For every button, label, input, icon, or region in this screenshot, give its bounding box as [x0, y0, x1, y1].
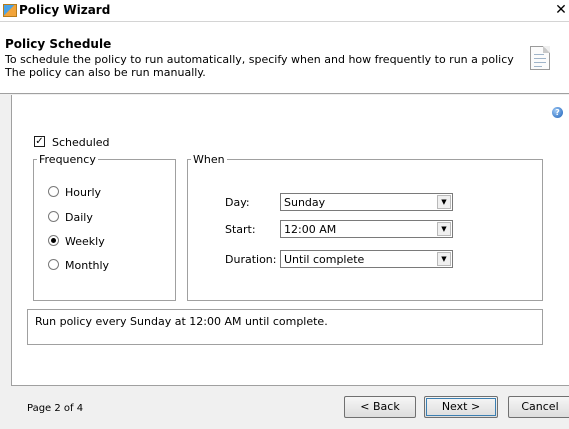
schedule-summary-text: Run policy every Sunday at 12:00 AM unti… [35, 315, 328, 328]
chevron-down-icon[interactable]: ▼ [437, 195, 451, 209]
cancel-button[interactable]: Cancel [508, 396, 569, 418]
wizard-header: Policy Schedule To schedule the policy t… [0, 22, 569, 94]
radio-monthly[interactable] [48, 259, 59, 270]
page-title: Policy Schedule [5, 37, 112, 51]
start-select-value: 12:00 AM [284, 223, 337, 236]
radio-daily-label[interactable]: Daily [65, 211, 93, 224]
title-bar: Policy Wizard ✕ [0, 0, 569, 22]
page-indicator: Page 2 of 4 [27, 403, 84, 414]
scheduled-label[interactable]: Scheduled [52, 136, 110, 149]
radio-daily[interactable] [48, 211, 59, 222]
start-label: Start: [225, 223, 256, 236]
frequency-legend: Frequency [39, 153, 96, 166]
start-time-select[interactable]: 12:00 AM ▼ [280, 220, 453, 238]
document-icon [530, 46, 550, 70]
radio-weekly-label[interactable]: Weekly [65, 235, 105, 248]
back-button[interactable]: < Back [344, 396, 416, 418]
scheduled-checkbox[interactable]: ✓ [34, 136, 45, 147]
schedule-summary-box: Run policy every Sunday at 12:00 AM unti… [27, 309, 543, 345]
chevron-down-icon[interactable]: ▼ [437, 252, 451, 266]
radio-hourly-label[interactable]: Hourly [65, 186, 101, 199]
duration-label: Duration: [225, 253, 277, 266]
when-legend: When [193, 153, 225, 166]
next-button[interactable]: Next > [424, 396, 498, 418]
help-icon[interactable]: ? [552, 107, 563, 118]
close-icon[interactable]: ✕ [553, 1, 569, 19]
policy-wizard-app-icon [3, 4, 17, 17]
page-description-line-1: To schedule the policy to run automatica… [5, 53, 514, 66]
duration-select-value: Until complete [284, 253, 365, 266]
page-description-line-2: The policy can also be run manually. [5, 66, 206, 79]
radio-hourly[interactable] [48, 186, 59, 197]
window-title: Policy Wizard [19, 3, 111, 17]
frequency-group: Frequency [33, 153, 176, 301]
radio-monthly-label[interactable]: Monthly [65, 259, 109, 272]
day-select-value: Sunday [284, 196, 326, 209]
duration-select[interactable]: Until complete ▼ [280, 250, 453, 268]
radio-weekly[interactable] [48, 235, 59, 246]
day-label: Day: [225, 196, 250, 209]
day-select[interactable]: Sunday ▼ [280, 193, 453, 211]
chevron-down-icon[interactable]: ▼ [437, 222, 451, 236]
